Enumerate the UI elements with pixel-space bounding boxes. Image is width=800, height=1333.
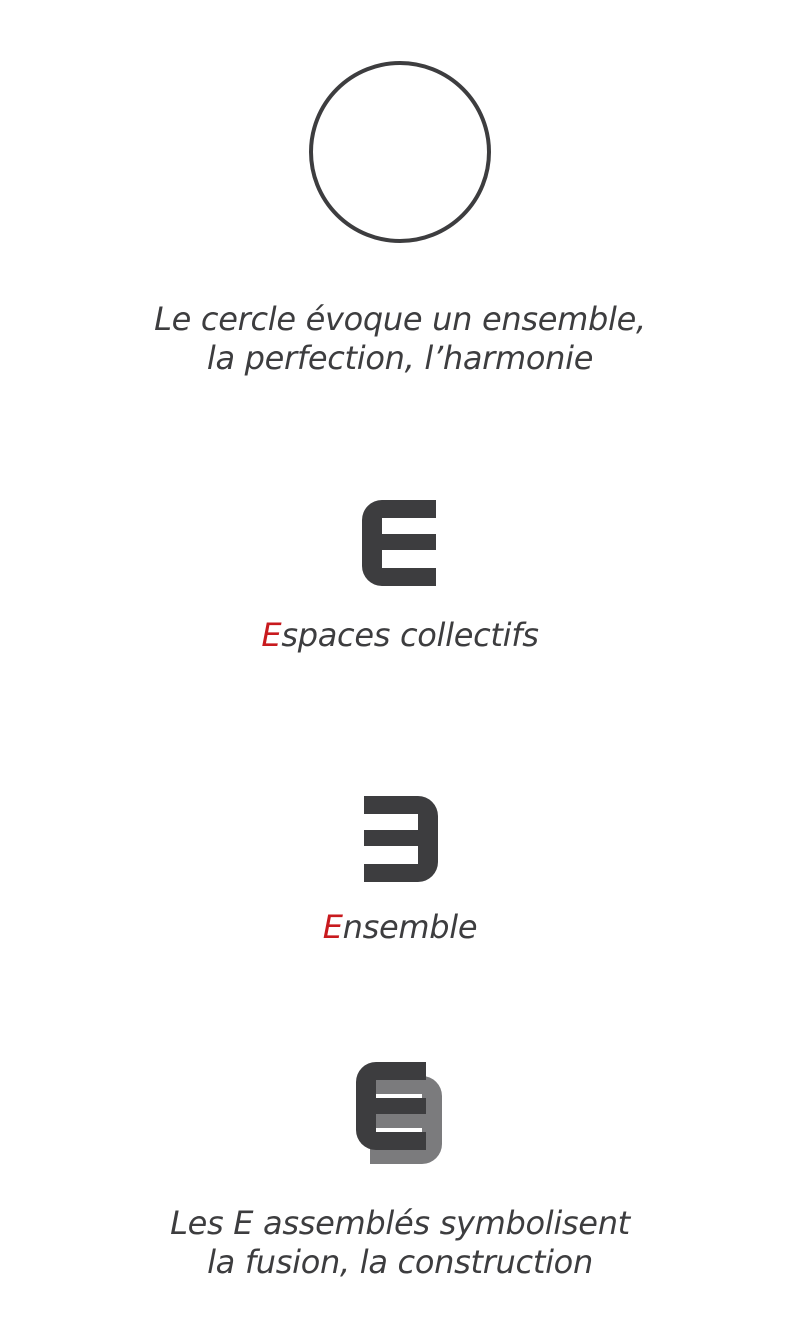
- circle-caption-line2: la perfection, l’harmonie: [206, 339, 594, 377]
- circle-outline-icon: [309, 61, 491, 243]
- reversed-e-icon: [364, 796, 438, 882]
- espaces-initial: E: [261, 616, 282, 654]
- espaces-rest: spaces collectifs: [281, 616, 539, 654]
- ensemble-rest: nsemble: [342, 908, 478, 946]
- assembled-caption: Les E assemblés symbolisent la fusion, l…: [0, 1204, 800, 1282]
- circle-caption: Le cercle évoque un ensemble, la perfect…: [0, 300, 800, 378]
- ensemble-initial: E: [322, 908, 343, 946]
- assembled-caption-line1: Les E assemblés symbolisent: [170, 1204, 630, 1242]
- letter-e-icon: [362, 500, 436, 586]
- ensemble-caption: Ensemble: [0, 908, 800, 947]
- espaces-caption: Espaces collectifs: [0, 616, 800, 655]
- assembled-e-icon: [356, 1062, 442, 1164]
- circle-caption-line1: Le cercle évoque un ensemble,: [154, 300, 646, 338]
- assembled-caption-line2: la fusion, la construction: [207, 1243, 593, 1281]
